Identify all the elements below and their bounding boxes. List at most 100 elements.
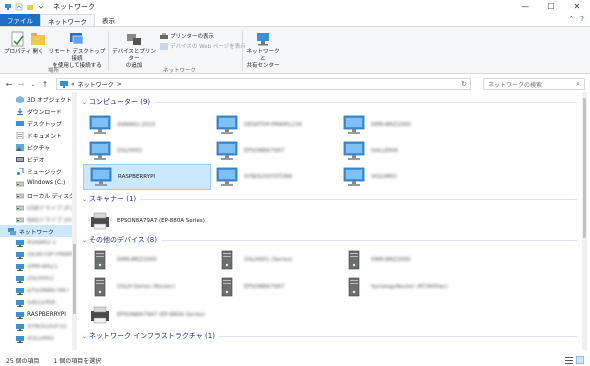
sidebar-item[interactable]: デスクトップ [0,117,77,129]
recent-locations-button[interactable]: ⌄ [27,81,39,88]
device-tile[interactable]: DMR-BRZ1000 [83,247,211,273]
sidebar-item[interactable]: EPSON8A79A7 [0,285,77,297]
device-label: EPSON8A79A7 [244,284,285,290]
sidebar-item[interactable]: ビデオ [0,153,77,165]
sidebar-item[interactable]: Windows (C:) [0,177,77,189]
music-icon [17,167,24,175]
device-label: DSLH-Series (Router) [117,284,176,290]
sidebar-item[interactable]: USBドライブ (F:) [0,201,77,213]
sidebar-item[interactable]: ミュージック [0,165,77,177]
address-path[interactable]: ネットワーク [78,80,114,89]
sidebar-item-label: ピクチャ [27,145,51,152]
help-icon[interactable]: ? [580,15,584,23]
sidebar-item[interactable]: SYNOLOGY-01 [0,321,77,333]
sidebar-item[interactable]: ピクチャ [0,141,77,153]
pictures-icon [16,143,24,151]
properties-button[interactable]: プロパティ [4,31,31,56]
sidebar-item-label: ASRAKU-1 [27,240,57,246]
up-button[interactable]: ↑ [39,80,51,89]
ribbon-separator [108,31,109,71]
device-label: DSLH001 [117,148,143,154]
sidebar-item[interactable]: ダウンロード [0,105,77,117]
device-tile[interactable]: SynologyRouter (RT2600ac) [337,274,465,300]
sidebar-item[interactable]: 3D オブジェクト [0,93,77,105]
sidebar-item[interactable]: ローカル ディスク (E [0,189,77,201]
search-placeholder: ネットワークの検索 [488,81,543,89]
device-tile[interactable]: EPSON8A79A7 (EP-880A Series) [83,302,211,328]
view-switcher [565,356,584,364]
device-tile[interactable]: DESKTOP-PMAM1234 [210,112,338,138]
device-tile[interactable]: RASPBERRYPI [83,164,211,190]
forward-button[interactable]: → [15,80,27,89]
computer-icon [16,323,24,331]
view-printers-button[interactable]: プリンターの表示 [160,32,214,40]
view-webpage-button[interactable]: デバイスの Web ページを表示 [160,42,246,50]
view-printers-label: プリンターの表示 [170,34,215,40]
content-scroll-thumb[interactable] [583,98,586,238]
refresh-icon[interactable]: ↻ [461,80,467,88]
device-tile[interactable]: VOLUMIO [337,164,465,190]
documents-icon [16,131,24,139]
device-tile[interactable]: DMR-BRZ1000 [337,112,465,138]
back-button[interactable]: ← [3,80,15,89]
sidebar-item[interactable]: DSLH001 [0,273,77,285]
minimize-button[interactable]: — [512,0,538,13]
group-header-other-devices[interactable]: ⌄ その他のデバイス (8) [80,234,577,246]
remote-desktop-button[interactable]: リモート デスクトップ接続 を使用して接続する [48,31,106,70]
group-header-infrastructure[interactable]: ⌄ ネットワーク インフラストラクチャ (1) [80,330,577,342]
sidebar-item[interactable]: DMR-BRZ1 [0,261,77,273]
close-button[interactable]: ✕ [564,0,590,13]
computer-icon [89,115,111,134]
details-view-icon[interactable] [565,356,573,364]
sidebar-item[interactable]: DESKTOP-PMAM [0,249,77,261]
device-tile[interactable]: DSLH001 [83,138,211,164]
device-label: DMR-BRZ2000 [371,257,411,263]
customize-quick-access-icon[interactable] [37,3,45,11]
tab-file[interactable]: ファイル [0,14,40,26]
device-tile[interactable]: DMR-BRZ2000 [337,247,465,273]
device-tile[interactable]: Huawei IGD [83,344,211,350]
group-header-scanners[interactable]: ⌄ スキャナー (1) [80,193,577,205]
properties-quick-icon[interactable] [15,3,23,11]
device-tile[interactable]: SYNOLOGYSTORE [210,164,338,190]
collapse-ribbon-icon[interactable]: ⌃ [568,15,574,23]
maximize-button[interactable]: ☐ [538,0,564,13]
device-tile[interactable]: DSLH001 (Series) [210,247,338,273]
computer-icon [16,239,24,247]
sidebar-item[interactable]: ネットワーク [0,225,77,237]
sidebar-item-label: RASPBERRYPI [27,312,67,318]
open-button[interactable]: 開く [30,31,46,56]
tab-network[interactable]: ネットワーク [40,14,95,26]
selection-count: 1 個の項目を選択 [53,357,102,365]
device-tile[interactable]: ASRAKU-2019 [83,112,211,138]
device-tile[interactable]: GALLERIA [337,138,465,164]
open-folder-icon [31,33,45,45]
tab-view[interactable]: 表示 [95,14,122,26]
new-folder-quick-icon[interactable] [26,3,34,11]
tiles-view-icon[interactable] [576,356,584,364]
network-center-button[interactable]: ネットワークと 共有センター [246,31,280,70]
device-tile[interactable]: EPSON8A79A7 [210,138,338,164]
sidebar-scroll-thumb[interactable] [73,244,76,314]
group-header-computers[interactable]: ⌄ コンピューター (9) [80,96,577,108]
sidebar-item[interactable]: ドキュメント [0,129,77,141]
add-devices-button[interactable]: デバイスとプリンター の追加 [112,31,156,70]
sidebar-item[interactable]: RASPBERRYPI [0,309,77,321]
sidebar-item[interactable]: GALLERIA [0,297,77,309]
desktop-folder-icon [16,120,24,126]
item-count: 25 個の項目 [6,357,40,365]
sidebar-item[interactable]: VOLUMIO [0,333,77,345]
device-tile[interactable]: DSLH-Series (Router) [83,274,211,300]
address-bar[interactable]: « ネットワーク > ↻ [56,78,471,90]
address-separator[interactable]: > [117,81,122,88]
sidebar-item[interactable]: ASRAKU-1 [0,237,77,249]
device-label: DSLH001 (Series) [244,257,293,263]
sidebar-scrollbar[interactable] [72,92,77,350]
sidebar-item-label: 3D オブジェクト [27,97,72,104]
sidebar-item[interactable]: NASドライブ (H:) [0,213,77,225]
search-input[interactable]: ネットワークの検索 ⌕ [483,78,585,90]
ribbon-separator [242,31,243,71]
device-tile[interactable]: EPSON8A79A7 [210,274,338,300]
device-tile[interactable]: EPSON8A79A7 (EP-880A Series) [83,208,211,234]
content-scrollbar[interactable] [582,92,587,350]
